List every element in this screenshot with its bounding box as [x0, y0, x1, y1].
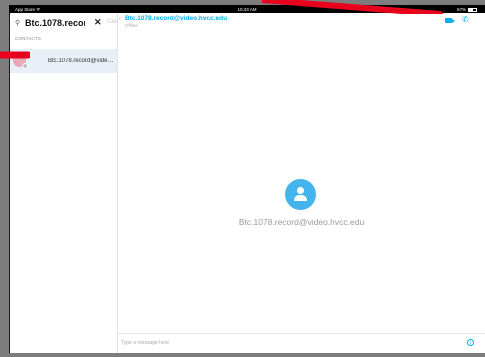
person-icon-body	[294, 195, 307, 201]
search-input[interactable]: Btc.1078.record...	[25, 18, 85, 28]
contacts-section-label: CONTACTS	[15, 36, 42, 41]
contact-name: Btc.1078.record@video.h...	[48, 58, 114, 64]
clear-icon[interactable]: ✕	[94, 17, 102, 28]
chat-pane: ‹ Btc.1078.record@video.hvcc.edu Offline…	[118, 13, 485, 353]
phone-call-icon[interactable]: ✆	[462, 15, 469, 24]
contact-list-item[interactable]: Btc.1078.record@video.h...	[10, 49, 117, 73]
contact-display-name: Btc.1078.record@video.hvcc.edu	[238, 217, 365, 227]
presence-status: Offline	[125, 23, 138, 28]
message-input[interactable]	[121, 340, 441, 346]
search-icon: ⚲	[15, 20, 21, 27]
search-bar[interactable]: ⚲ Btc.1078.record... ✕ Cancel	[10, 13, 126, 33]
contact-avatar-large	[285, 179, 316, 210]
chat-header: ‹ Btc.1078.record@video.hvcc.edu Offline…	[118, 13, 485, 35]
chat-title[interactable]: Btc.1078.record@video.hvcc.edu	[125, 15, 227, 22]
person-icon	[297, 187, 304, 194]
sidebar: ⚲ Btc.1078.record... ✕ Cancel CONTACTS B…	[10, 13, 126, 353]
message-composer: i	[118, 333, 485, 353]
battery-icon	[468, 8, 477, 12]
presence-indicator	[22, 63, 28, 69]
back-icon[interactable]: ‹	[119, 16, 121, 22]
info-icon[interactable]: i	[467, 339, 474, 346]
video-call-icon[interactable]	[445, 18, 455, 23]
